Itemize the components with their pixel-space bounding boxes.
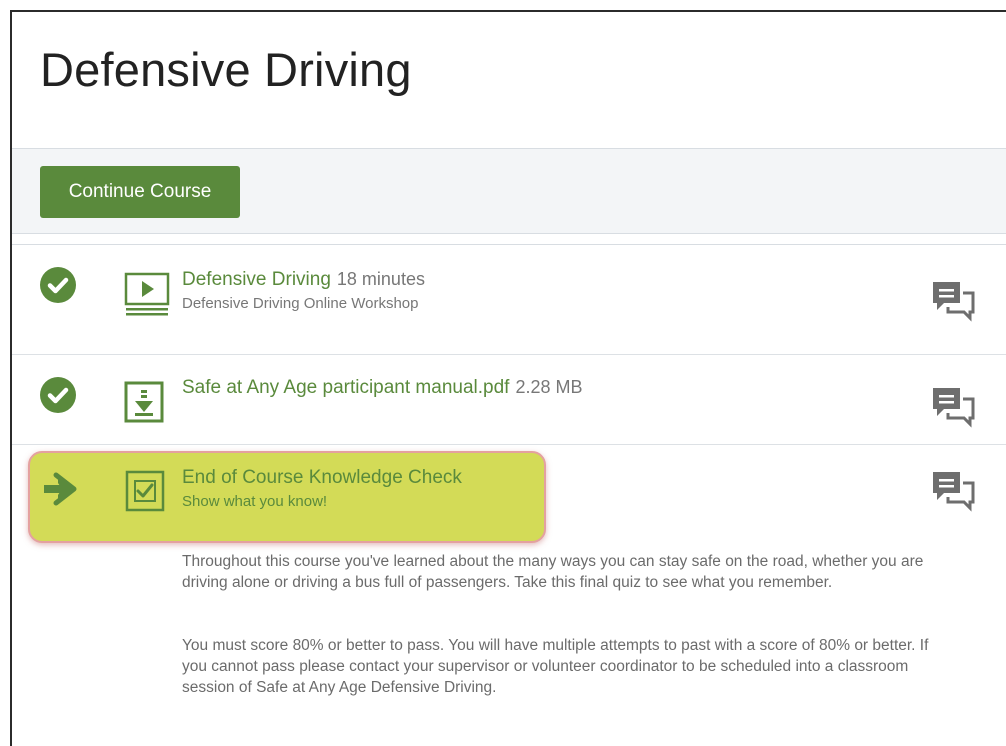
item-text: Defensive Driving 18 minutes Defensive Dr… [182, 269, 425, 312]
video-icon [124, 271, 170, 322]
check-circle-icon [40, 377, 76, 413]
list-item[interactable]: Defensive Driving 18 minutes Defensive Dr… [12, 245, 1006, 355]
item-subtitle: Defensive Driving Online Workshop [182, 295, 419, 312]
download-icon [124, 381, 164, 430]
item-subtitle: Show what you know! [182, 493, 328, 510]
comment-icon[interactable] [930, 469, 976, 518]
item-text: Safe at Any Age participant manual.pdf 2.… [182, 377, 583, 399]
item-title-link[interactable]: Safe at Any Age participant manual.pdf [182, 377, 509, 398]
list-item[interactable]: Safe at Any Age participant manual.pdf 2.… [12, 355, 1006, 445]
course-toolbar: Continue Course [12, 148, 1006, 234]
comment-icon[interactable] [930, 385, 976, 434]
arrow-right-icon [42, 471, 78, 512]
course-page: Defensive Driving Continue Course Defens… [10, 10, 1006, 746]
continue-course-button[interactable]: Continue Course [40, 166, 240, 218]
check-circle-icon [40, 267, 76, 303]
item-title-link[interactable]: End of Course Knowledge Check [182, 467, 462, 488]
checkbox-icon [124, 469, 166, 518]
course-item-list: Defensive Driving 18 minutes Defensive Dr… [12, 244, 1006, 746]
item-title-link[interactable]: Defensive Driving [182, 269, 331, 290]
item-duration: 18 minutes [336, 269, 425, 289]
page-title: Defensive Driving [40, 43, 412, 96]
item-description-paragraph: You must score 80% or better to pass. Yo… [182, 637, 929, 696]
comment-icon[interactable] [930, 279, 976, 328]
item-file-size: 2.28 MB [515, 377, 583, 397]
list-item-current[interactable]: End of Course Knowledge Check Show what … [12, 445, 1006, 746]
item-text: End of Course Knowledge Check Show what … [182, 467, 462, 510]
item-description-paragraph: Throughout this course you've learned ab… [182, 553, 924, 591]
